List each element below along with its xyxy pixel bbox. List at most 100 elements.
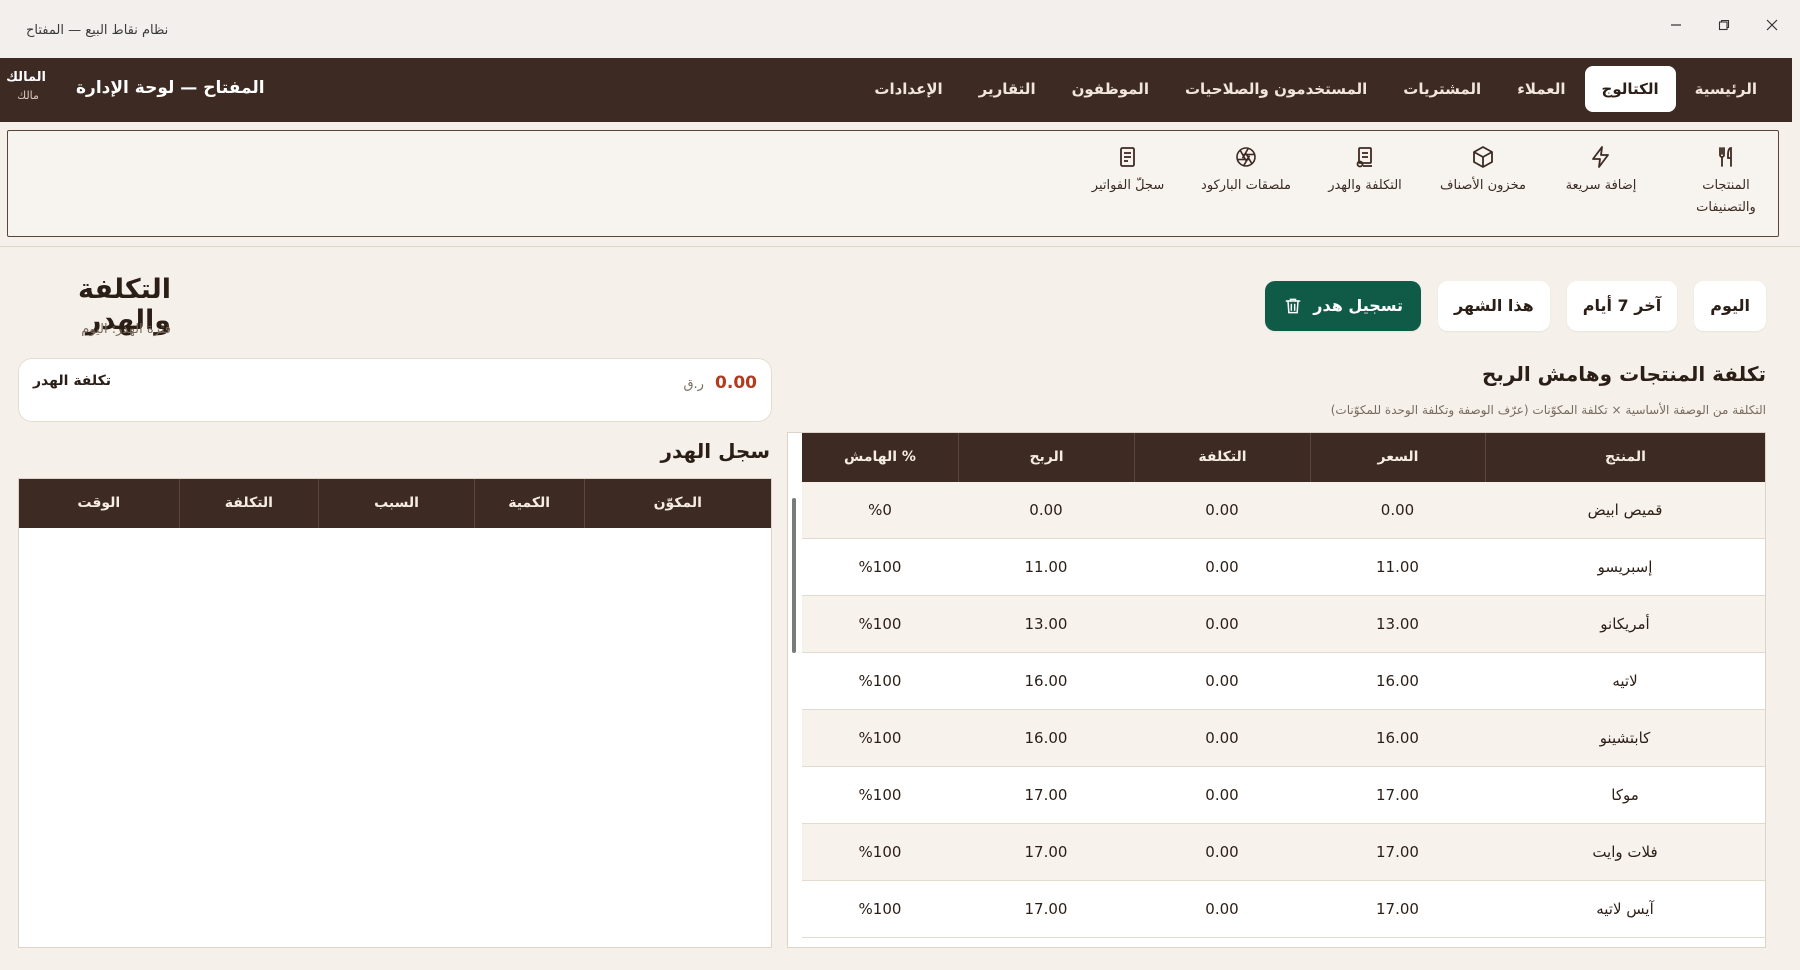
document-icon [1120,147,1135,167]
cell-product: أمريكانو [1600,615,1650,633]
window-titlebar: نظام نقاط البيع — المفتاح [0,0,1800,58]
cell-price: 16.00 [1376,729,1419,747]
app-brand: المفتاح — لوحة الإدارة [76,78,265,98]
cell-cost: 0.00 [1205,729,1239,747]
table-row[interactable]: لاتيه 16.00 0.00 16.00 %100 [802,653,1765,710]
waste-log-header: المكوّن الكمية السبب التكلفة الوقت [19,479,771,528]
table-row[interactable]: إسبريسو 11.00 0.00 11.00 %100 [802,539,1765,596]
cell-cost: 0.00 [1205,501,1239,519]
cell-profit: 17.00 [1024,786,1068,804]
cell-cost: 0.00 [1205,786,1239,804]
tab-purchases[interactable]: المشتريات [1386,66,1498,112]
table-row[interactable]: فلات وايت 17.00 0.00 17.00 %100 [802,824,1765,881]
cost-table-panel: المنتج السعر التكلفة الربح الهامش % قميص… [787,432,1766,948]
cell-profit: 16.00 [1024,729,1068,747]
column-header[interactable]: الهامش % [802,433,958,482]
subnav-label: سجلّ الفواتير [1091,178,1165,193]
user-badge[interactable]: المالك مالك [6,70,46,102]
column-header[interactable]: الوقت [19,479,179,528]
cell-product: موكا [1611,786,1639,804]
cell-product: إسبريسو [1597,558,1653,576]
cell-cost: 0.00 [1205,558,1239,576]
tab-reports[interactable]: التقارير [962,66,1053,112]
column-header[interactable]: المنتج [1485,433,1765,482]
table-row[interactable]: موكا 17.00 0.00 17.00 %100 [802,767,1765,824]
cell-margin: %100 [858,786,902,804]
cell-margin: %100 [858,843,902,861]
app-header: الرئيسية الكتالوج العملاء المشتريات المس… [0,58,1792,122]
column-header[interactable]: السعر [1310,433,1485,482]
waste-period-label: فترة الهدر: اليوم [81,322,171,337]
subnav-quick-add[interactable]: إضافة سريعة [1541,143,1661,197]
cell-product: قميص ابيض [1587,501,1663,519]
filter-last7-button[interactable]: آخر 7 أيام [1566,281,1678,331]
trash-icon [1285,298,1301,314]
waste-cost-value: 0.00 ر.ق [683,373,757,393]
receipt-icon [1356,147,1372,168]
cell-profit: 17.00 [1024,900,1068,918]
subnav-cost-waste[interactable]: التكلفة والهدر [1305,143,1425,197]
user-name: المالك [6,70,46,85]
close-button[interactable] [1754,14,1790,36]
cell-price: 16.00 [1376,672,1419,690]
cell-profit: 11.00 [1024,558,1068,576]
tab-settings[interactable]: الإعدادات [857,66,959,112]
subnav-label: مخزون الأصناف [1440,178,1526,193]
tab-customers[interactable]: العملاء [1500,66,1582,112]
cell-cost: 0.00 [1205,615,1239,633]
currency-label: ر.ق [683,377,704,392]
subnav-label: ملصقات الباركود [1201,178,1291,193]
table-row[interactable]: كابتشينو 16.00 0.00 16.00 %100 [802,710,1765,767]
column-header[interactable]: الكمية [473,479,584,528]
restore-button[interactable] [1706,14,1742,36]
cell-price: 13.00 [1376,615,1419,633]
subnav-label: التكلفة والهدر [1328,178,1402,193]
table-row[interactable]: قميص ابيض 0.00 0.00 0.00 %0 [802,482,1765,539]
tab-catalog[interactable]: الكتالوج [1584,66,1676,112]
filter-month-button[interactable]: هذا الشهر [1438,281,1550,331]
minimize-icon [1671,24,1681,26]
filter-today-button[interactable]: اليوم [1694,281,1766,331]
subnav-invoices-log[interactable]: سجلّ الفواتير [1068,143,1188,197]
tab-employees[interactable]: الموظفون [1055,66,1166,112]
tab-home[interactable]: الرئيسية [1678,66,1774,112]
bolt-icon [1592,146,1609,168]
cell-price: 11.00 [1376,558,1419,576]
cell-product: فلات وايت [1592,843,1658,861]
utensils-icon [1719,147,1732,167]
cell-price: 17.00 [1376,786,1419,804]
column-header[interactable]: التكلفة [178,479,319,528]
column-header[interactable]: التكلفة [1134,433,1310,482]
waste-cost-amount: 0.00 [715,373,757,393]
column-header[interactable]: السبب [318,479,474,528]
minimize-button[interactable] [1658,14,1694,36]
user-role: مالك [17,89,39,102]
cell-product: آيس لاتيه [1596,900,1654,918]
cell-product: كابتشينو [1599,729,1651,747]
subnav-barcode-labels[interactable]: ملصقات الباركود [1186,143,1306,197]
cell-profit: 17.00 [1024,843,1068,861]
cell-margin: %100 [858,900,902,918]
cell-margin: %100 [858,672,902,690]
cell-margin: %100 [858,558,902,576]
subnav-products-categories[interactable]: المنتجات والتصنيفات [1666,143,1786,219]
table-scrollbar[interactable] [792,498,796,653]
cell-price: 17.00 [1376,843,1419,861]
cell-profit: 0.00 [1029,501,1063,519]
waste-cost-card: تكلفة الهدر 0.00 ر.ق [18,358,772,422]
record-waste-button[interactable]: تسجيل هدر [1265,281,1422,331]
cost-table-body: قميص ابيض 0.00 0.00 0.00 %0 إسبريسو 11.0… [802,482,1765,938]
main-tabs: الرئيسية الكتالوج العملاء المشتريات المس… [857,66,1774,112]
cell-profit: 13.00 [1024,615,1068,633]
waste-log-table: المكوّن الكمية السبب التكلفة الوقت [18,478,772,948]
table-row[interactable]: آيس لاتيه 17.00 0.00 17.00 %100 [802,881,1765,938]
column-header[interactable]: الربح [958,433,1134,482]
table-row[interactable]: أمريكانو 13.00 0.00 13.00 %100 [802,596,1765,653]
column-header[interactable]: المكوّن [583,479,772,528]
record-waste-label: تسجيل هدر [1313,296,1404,315]
cell-cost: 0.00 [1205,843,1239,861]
cell-margin: %100 [858,615,902,633]
subnav-item-stock[interactable]: مخزون الأصناف [1423,143,1543,197]
tab-users-permissions[interactable]: المستخدمون والصلاحيات [1168,66,1384,112]
subnav-label: المنتجات والتصنيفات [1696,178,1756,215]
